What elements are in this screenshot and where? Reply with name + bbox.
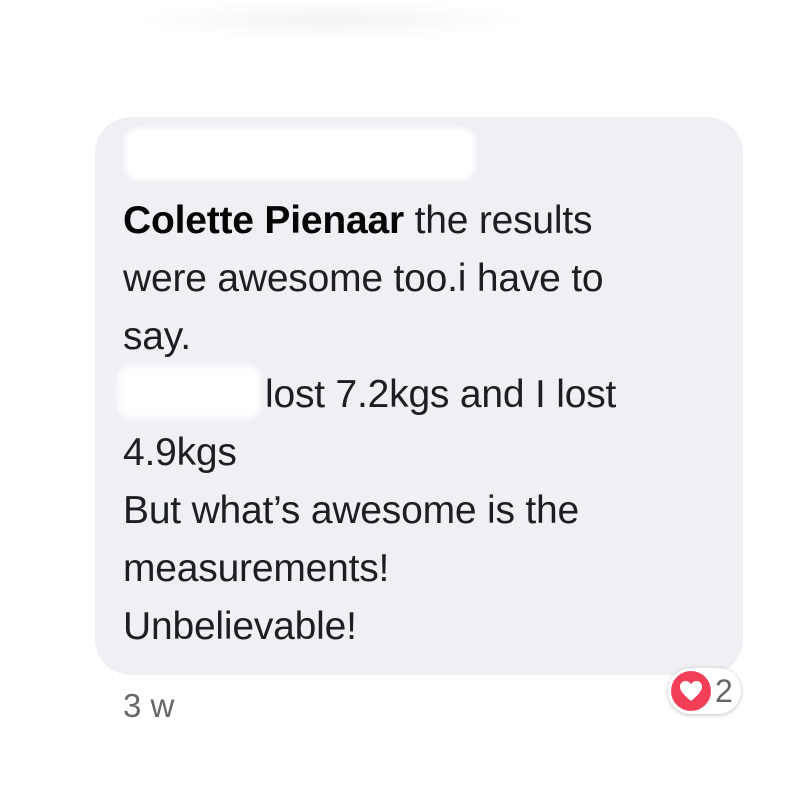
comment-text-part: the results	[403, 199, 593, 242]
comment-line-2: were awesome too.i have to	[123, 257, 604, 300]
comment-line-1: Colette Pienaar the results	[123, 192, 723, 250]
comment-line-5: 4.9kgs	[123, 431, 237, 474]
comment-line-8: Unbelievable!	[123, 605, 357, 648]
comment-line-3: say.	[123, 315, 191, 358]
redacted-mention-area	[118, 366, 260, 418]
comment-line-7: measurements!	[123, 547, 390, 590]
heart-icon	[671, 671, 711, 711]
blurred-header-remnant	[130, 0, 530, 40]
comment-view: Colette Pienaar the results were awesome…	[0, 0, 800, 800]
reaction-summary[interactable]: 2	[668, 668, 741, 714]
comment-timestamp[interactable]: 3 w	[123, 687, 174, 725]
reaction-count: 2	[715, 672, 733, 709]
redacted-name-area	[125, 128, 475, 180]
author-name-link[interactable]: Colette Pienaar	[123, 199, 404, 242]
comment-line-6: But what’s awesome is the	[123, 489, 580, 532]
comment-text: Colette Pienaar the results were awesome…	[123, 192, 723, 656]
